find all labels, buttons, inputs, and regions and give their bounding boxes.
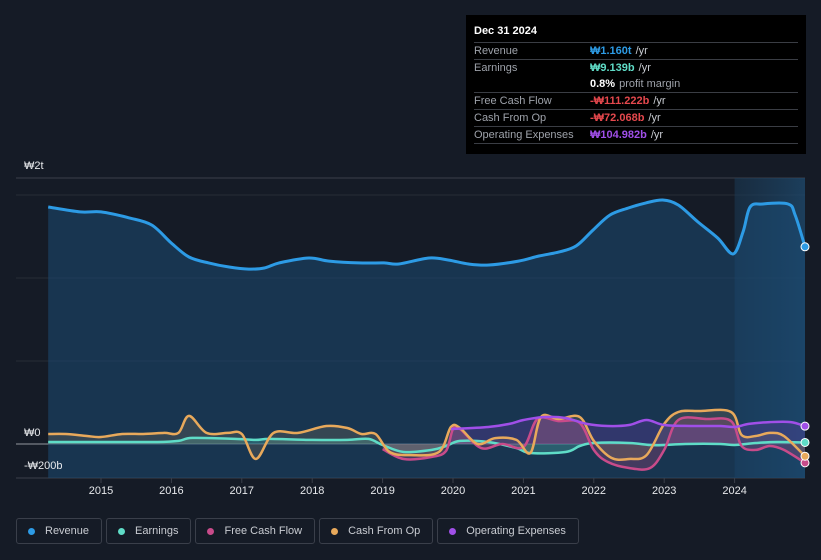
legend-dot-icon bbox=[118, 527, 126, 535]
y-tick-label-2t: ₩2t bbox=[24, 160, 44, 172]
tooltip-row: Revenue ₩1.160t/yr bbox=[474, 43, 798, 60]
operating-expenses-end-marker bbox=[800, 421, 810, 431]
tooltip-date: Dec 31 2024 bbox=[474, 23, 798, 43]
x-axis: 2015 2016 2017 2018 2019 2020 2021 2022 2023 2024 bbox=[89, 478, 747, 497]
tooltip-row: Free Cash Flow -₩111.222b/yr bbox=[474, 93, 798, 110]
tooltip-row-label: Cash From Op bbox=[474, 112, 547, 124]
x-tick-label: 2021 bbox=[511, 485, 535, 497]
tooltip-panel: Dec 31 2024 Revenue ₩1.160t/yr Earnings ₩9.… bbox=[466, 15, 806, 154]
series-areas bbox=[48, 199, 805, 478]
tooltip-row-label: Earnings bbox=[474, 62, 518, 74]
legend-label: Operating Expenses bbox=[466, 525, 566, 537]
legend-item-free-cash-flow[interactable]: Free Cash Flow bbox=[195, 518, 316, 544]
tooltip-row-label: Revenue bbox=[474, 45, 519, 57]
earnings-end-marker bbox=[800, 437, 810, 447]
x-tick-label: 2018 bbox=[300, 485, 324, 497]
legend-dot-icon bbox=[28, 527, 35, 535]
x-tick-label: 2015 bbox=[89, 485, 113, 497]
tooltip-row-value: -₩72.068b bbox=[590, 112, 645, 124]
tooltip-row: Cash From Op -₩72.068b/yr bbox=[474, 110, 798, 127]
y-tick-label-0: ₩0 bbox=[24, 427, 41, 439]
y-tick-label-neg200b: -₩200b bbox=[24, 460, 63, 472]
x-tick-label: 2024 bbox=[722, 485, 746, 497]
legend-dot-icon bbox=[207, 527, 215, 535]
tooltip-row-value: ₩1.160t bbox=[590, 45, 632, 57]
cash-from-op-end-marker bbox=[800, 451, 810, 461]
tooltip-row-unit: /yr bbox=[635, 45, 648, 57]
tooltip-row-label: Operating Expenses bbox=[474, 129, 574, 141]
tooltip-row-label: Free Cash Flow bbox=[474, 95, 552, 107]
x-tick-label: 2020 bbox=[441, 485, 465, 497]
x-tick-label: 2017 bbox=[230, 485, 254, 497]
tooltip-row-unit: /yr bbox=[653, 95, 666, 107]
tooltip-row-unit: /yr bbox=[638, 62, 651, 74]
tooltip-row-unit: /yr bbox=[648, 112, 661, 124]
legend-label: Revenue bbox=[45, 525, 90, 537]
tooltip-row-label bbox=[474, 76, 590, 92]
legend-item-cash-from-op[interactable]: Cash From Op bbox=[319, 518, 434, 544]
tooltip-row-value: -₩111.222b bbox=[590, 95, 650, 107]
legend: Revenue Earnings Free Cash Flow Cash From O… bbox=[16, 518, 579, 544]
tooltip-row-value: 0.8% bbox=[590, 78, 616, 90]
tooltip-row-unit: profit margin bbox=[619, 78, 681, 90]
legend-item-operating-expenses[interactable]: Operating Expenses bbox=[437, 518, 579, 544]
legend-label: Cash From Op bbox=[348, 525, 421, 537]
legend-item-revenue[interactable]: Revenue bbox=[16, 518, 103, 544]
tooltip-row: 0.8% profit margin bbox=[474, 76, 798, 93]
tooltip-row-value: ₩104.982b bbox=[590, 129, 647, 141]
legend-label: Earnings bbox=[135, 525, 179, 537]
legend-dot-icon bbox=[331, 527, 339, 535]
legend-item-earnings[interactable]: Earnings bbox=[106, 518, 192, 544]
revenue-end-marker bbox=[800, 242, 810, 252]
tooltip-row-unit: /yr bbox=[650, 129, 664, 141]
x-tick-label: 2019 bbox=[370, 485, 394, 497]
legend-dot-icon bbox=[449, 527, 457, 535]
x-tick-label: 2022 bbox=[582, 485, 606, 497]
x-tick-label: 2023 bbox=[652, 485, 676, 497]
tooltip-row: Operating Expenses ₩104.982b/yr bbox=[474, 127, 798, 144]
x-tick-label: 2016 bbox=[159, 485, 183, 497]
legend-label: Free Cash Flow bbox=[224, 525, 303, 537]
tooltip-row-value: ₩9.139b bbox=[590, 62, 635, 74]
tooltip-row: Earnings ₩9.139b/yr bbox=[474, 60, 798, 76]
